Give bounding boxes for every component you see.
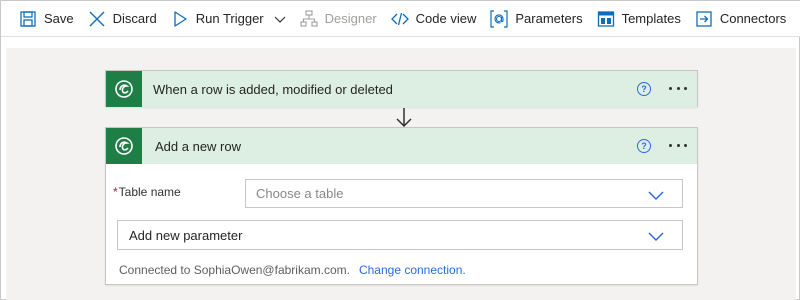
trigger-card-title: When a row is added, modified or deleted — [153, 81, 393, 97]
discard-label: Discard — [112, 11, 157, 26]
chevron-down-icon — [648, 230, 664, 242]
add-parameter-dropdown[interactable]: Add new parameter — [117, 220, 683, 250]
parameters-label: Parameters — [515, 11, 583, 26]
trigger-card-header[interactable]: When a row is added, modified or deleted… — [106, 71, 697, 107]
templates-label: Templates — [621, 11, 681, 26]
code-view-label: Code view — [415, 11, 477, 26]
help-icon[interactable]: ? — [637, 139, 651, 153]
parameters-icon — [490, 9, 508, 28]
help-icon[interactable]: ? — [637, 82, 651, 96]
toolbar: Save Discard Run Trigger Designer Code v… — [1, 1, 800, 37]
close-icon — [88, 10, 106, 28]
connected-text: Connected to SophiaOwen@fabrikam.com. — [119, 263, 350, 277]
parameters-button[interactable]: Parameters — [490, 1, 583, 37]
save-icon — [19, 10, 37, 28]
run-trigger-label: Run Trigger — [195, 11, 264, 26]
more-options-icon[interactable] — [667, 136, 689, 154]
more-options-icon[interactable] — [667, 79, 689, 97]
table-name-dropdown[interactable]: Choose a table — [245, 179, 683, 208]
app-frame: Save Discard Run Trigger Designer Code v… — [0, 0, 800, 300]
connection-info: Connected to SophiaOwen@fabrikam.com. Cha… — [119, 263, 466, 277]
change-connection-link[interactable]: Change connection. — [359, 263, 466, 277]
table-name-placeholder: Choose a table — [256, 186, 344, 201]
designer-label: Designer — [324, 11, 377, 26]
table-name-label: *Table name — [113, 185, 181, 199]
connectors-button[interactable]: Connectors — [695, 1, 786, 37]
hierarchy-icon — [300, 9, 318, 28]
dataverse-logo-icon — [106, 128, 142, 164]
action-card-title: Add a new row — [155, 138, 241, 154]
connectors-icon — [695, 10, 713, 28]
dataverse-logo-icon — [106, 71, 142, 107]
templates-icon — [597, 10, 615, 28]
code-icon — [390, 10, 409, 28]
connectors-label: Connectors — [719, 11, 787, 26]
action-card-header[interactable]: Add a new row ? — [106, 128, 697, 164]
trigger-card[interactable]: When a row is added, modified or deleted… — [105, 70, 698, 107]
play-icon — [171, 10, 189, 28]
add-parameter-label: Add new parameter — [129, 227, 243, 243]
designer-button[interactable]: Designer — [300, 1, 377, 37]
discard-button[interactable]: Discard — [88, 1, 157, 37]
table-name-text: Table name — [118, 185, 181, 199]
code-view-button[interactable]: Code view — [390, 1, 477, 37]
arrow-down-icon — [394, 107, 414, 129]
templates-button[interactable]: Templates — [597, 1, 681, 37]
save-button[interactable]: Save — [19, 1, 74, 37]
required-marker: * — [113, 185, 118, 199]
run-trigger-button[interactable]: Run Trigger — [171, 1, 286, 37]
chevron-down-icon[interactable] — [274, 13, 286, 25]
chevron-down-icon — [648, 189, 664, 201]
save-label: Save — [44, 11, 74, 26]
